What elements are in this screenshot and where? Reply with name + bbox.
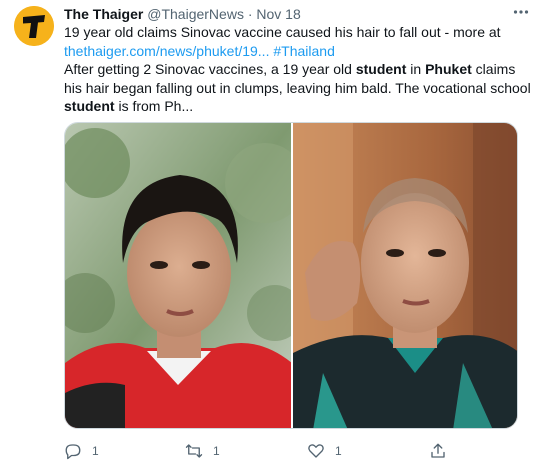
like-count: 1 (335, 444, 342, 458)
more-dots-icon (513, 10, 529, 14)
author-name[interactable]: The Thaiger (64, 6, 143, 22)
retweet-count: 1 (213, 444, 220, 458)
author-handle[interactable]: @ThaigerNews (147, 6, 244, 22)
header-separator: · (243, 6, 257, 22)
reply-icon (65, 444, 81, 460)
retweet-icon (185, 444, 203, 458)
tweet-media[interactable] (64, 122, 518, 429)
body-segment: is from Ph... (114, 98, 194, 115)
share-button[interactable] (429, 442, 447, 460)
more-options-button[interactable] (509, 2, 533, 22)
tweet-line1: 19 year old claims Sinovac vaccine cause… (64, 24, 501, 40)
hashtag-link[interactable]: #Thailand (273, 43, 335, 59)
thaiger-logo-icon (14, 6, 54, 46)
photo-before[interactable] (65, 123, 291, 428)
tweet-text: 19 year old claims Sinovac vaccine cause… (64, 23, 534, 116)
tweet-body: After getting 2 Sinovac vaccines, a 19 y… (64, 60, 534, 116)
photo-after[interactable] (291, 123, 517, 428)
reply-button[interactable]: 1 (64, 442, 99, 460)
body-segment: After getting 2 Sinovac vaccines, a 19 y… (64, 61, 356, 78)
like-button[interactable]: 1 (307, 442, 342, 460)
photo-after-image (293, 123, 517, 428)
body-bold: student (355, 61, 407, 78)
body-bold: Phuket (425, 61, 472, 78)
tweet-actions: 1 1 1 (64, 440, 518, 462)
heart-icon (308, 444, 324, 458)
retweet-button[interactable]: 1 (185, 442, 220, 460)
tweet-header: The Thaiger @ThaigerNews · Nov 18 (64, 5, 301, 23)
share-icon (431, 443, 445, 458)
tweet-date[interactable]: Nov 18 (256, 6, 300, 22)
body-segment: in (406, 61, 426, 78)
photo-before-image (65, 123, 291, 428)
article-link[interactable]: thethaiger.com/news/phuket/19... (64, 43, 269, 59)
body-bold: student (64, 98, 115, 115)
author-avatar[interactable] (14, 6, 54, 46)
reply-count: 1 (92, 444, 99, 458)
